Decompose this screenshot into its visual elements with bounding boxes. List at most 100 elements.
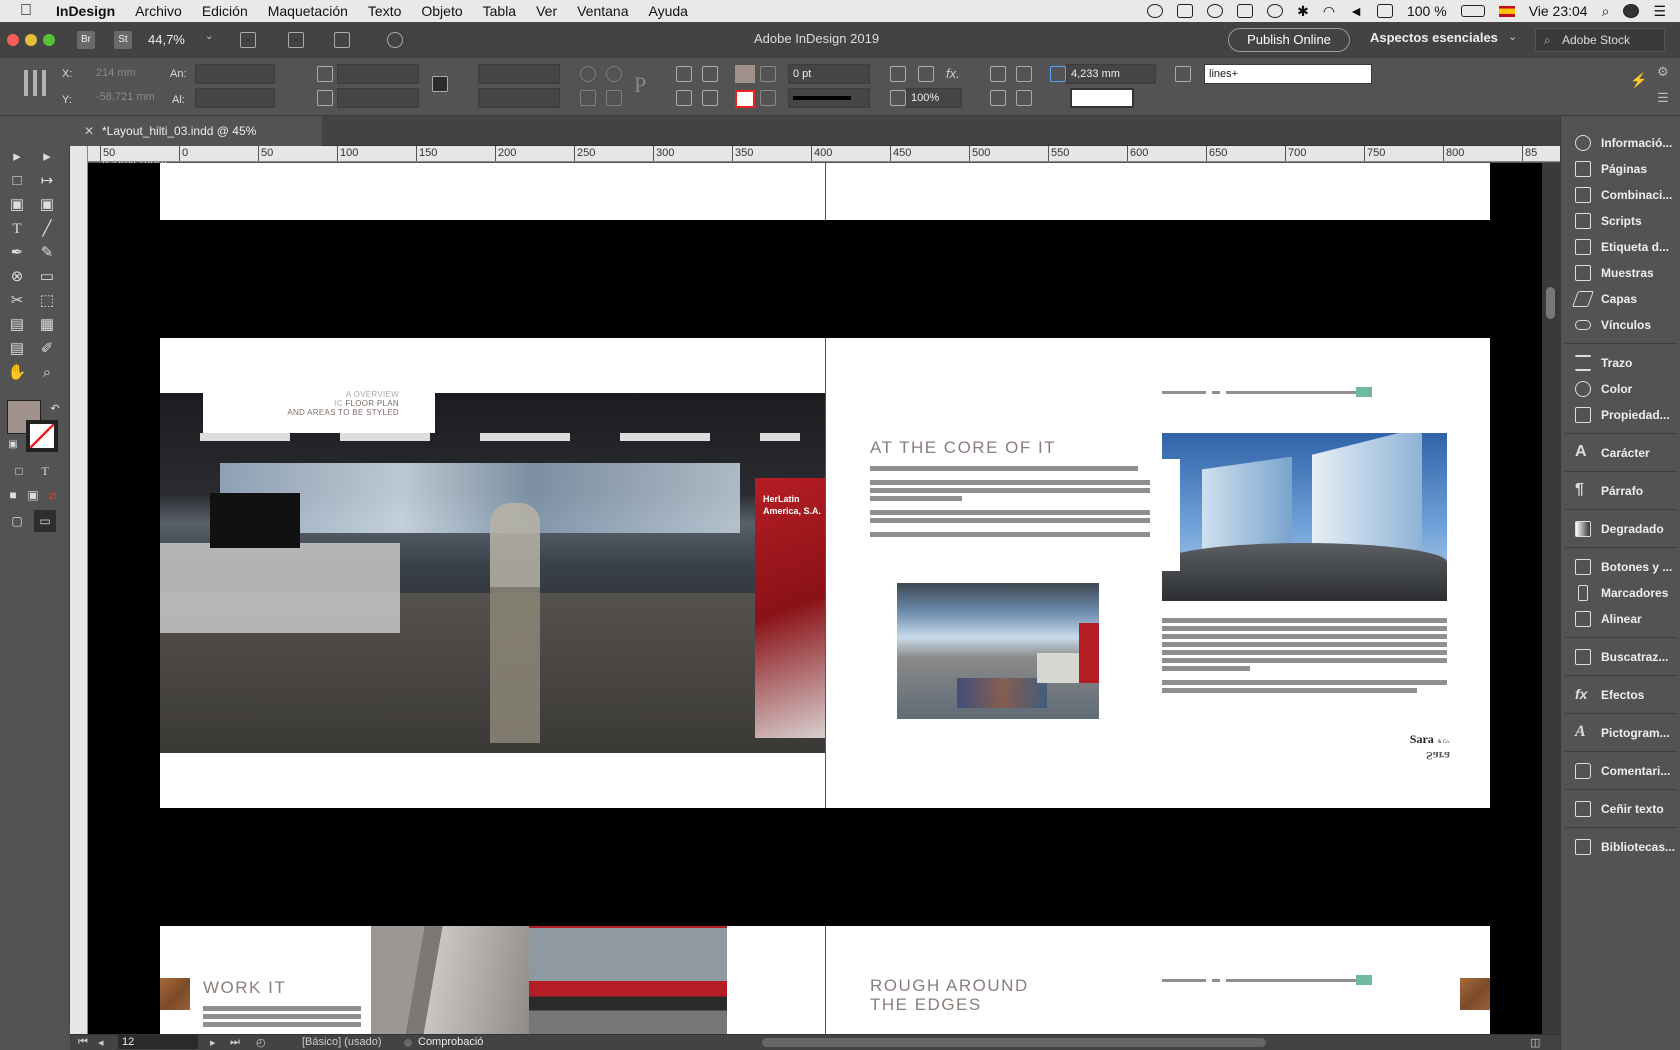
document-tab[interactable]: ✕ *Layout_hilti_03.indd @ 45% [Convertid…	[70, 116, 322, 168]
upwork-icon[interactable]	[1147, 4, 1164, 18]
spread-top[interactable]	[160, 163, 1490, 220]
select-next-icon[interactable]	[702, 90, 718, 106]
first-page-icon[interactable]: ⏮	[78, 1036, 88, 1049]
small-office-photo[interactable]	[897, 583, 1099, 719]
panel-scripts[interactable]: Scripts	[1565, 208, 1677, 234]
spotlight-search-icon[interactable]: ⌕	[1602, 3, 1610, 20]
panel-botones[interactable]: Botones y ...	[1565, 554, 1677, 580]
direct-selection-tool-icon[interactable]: ▸	[36, 146, 58, 168]
preflight-label[interactable]: Comprobació	[418, 1036, 483, 1048]
minimize-window-button[interactable]	[25, 34, 37, 46]
panel-caracter[interactable]: A Carácter	[1565, 440, 1677, 466]
bluetooth-icon[interactable]: ✱	[1297, 3, 1309, 20]
text-wrap-icon[interactable]	[918, 66, 934, 82]
gap-tool-icon[interactable]: ↦	[36, 170, 58, 192]
wifi-icon[interactable]: ◠	[1323, 3, 1335, 20]
page-tool-icon[interactable]: □	[6, 170, 28, 192]
panel-etiqueta[interactable]: Etiqueta d...	[1565, 234, 1677, 260]
select-content-icon[interactable]	[702, 66, 718, 82]
reference-point-icon[interactable]	[24, 70, 50, 96]
flip-vertical-icon[interactable]	[606, 90, 622, 106]
spread-bottom[interactable]: WORK IT ROUGH AROUND THE EDGES	[160, 926, 1490, 1034]
object-style-select[interactable]: lines+	[1204, 64, 1372, 84]
core-heading[interactable]: AT THE CORE OF IT	[870, 438, 1056, 458]
clear-overrides-icon[interactable]	[1334, 90, 1350, 106]
quick-apply-icon[interactable]: ⚡	[1630, 72, 1647, 89]
office-photo[interactable]: HerLatin America, S.A.	[160, 393, 825, 753]
menu-ventana[interactable]: Ventana	[567, 3, 638, 19]
flip-horizontal-icon[interactable]	[580, 90, 596, 106]
horizontal-ruler[interactable]: 50 0 50 100 150 200 250 300 350 400 450 …	[88, 146, 1560, 162]
stock-button[interactable]: St	[114, 31, 132, 49]
y-position-field[interactable]: -58,721 mm	[92, 88, 164, 108]
notification-center-icon[interactable]: ☰	[1653, 3, 1666, 20]
pen-tool-icon[interactable]: ✒	[6, 242, 28, 264]
workspace-photo[interactable]	[529, 926, 727, 1034]
pencil-tool-icon[interactable]: ✎	[36, 242, 58, 264]
vertical-ruler[interactable]	[70, 146, 88, 1034]
constrain-proportions-icon[interactable]	[284, 78, 300, 94]
panel-capas[interactable]: Capas	[1565, 286, 1677, 312]
next-page-icon[interactable]: ▸	[210, 1036, 216, 1049]
panel-degradado[interactable]: Degradado	[1565, 516, 1677, 542]
horizontal-scroll-thumb[interactable]	[762, 1038, 1266, 1047]
stroke-weight-field[interactable]: 0 pt	[788, 64, 870, 84]
opacity-field[interactable]: 100%	[906, 88, 962, 108]
fill-swatch-menu-icon[interactable]	[760, 66, 776, 82]
type-tool-icon[interactable]: T	[6, 218, 28, 240]
menu-texto[interactable]: Texto	[358, 3, 411, 19]
formatting-container-icon[interactable]: □	[8, 460, 30, 482]
height-field[interactable]	[195, 88, 275, 108]
distribute-icon[interactable]	[990, 90, 1006, 106]
input-source-flag-icon[interactable]	[1498, 5, 1515, 17]
control-panel-menu-icon[interactable]: ☰	[1657, 90, 1669, 106]
note-tool-icon[interactable]: ▤	[6, 338, 28, 360]
panel-informacion[interactable]: Informació...	[1565, 130, 1677, 156]
panel-buscatrazos[interactable]: Buscatraz...	[1565, 644, 1677, 670]
split-layout-icon[interactable]: ◫	[1530, 1036, 1540, 1049]
vertical-scrollbar[interactable]	[1542, 163, 1560, 1034]
hand-tool-icon[interactable]: ✋	[6, 362, 28, 384]
rectangle-tool-icon[interactable]: ▭	[36, 266, 58, 288]
align-left-icon[interactable]	[990, 66, 1006, 82]
publish-online-button[interactable]: Publish Online	[1228, 28, 1350, 52]
battery-icon[interactable]	[1460, 5, 1485, 17]
airplay-icon[interactable]	[1376, 4, 1393, 18]
work-heading[interactable]: WORK IT	[203, 978, 286, 998]
panel-cenir-texto[interactable]: Ceñir texto	[1565, 796, 1677, 822]
spread-middle[interactable]: HerLatin America, S.A. A OVERVIEW IC FLO…	[160, 338, 1490, 808]
content-collector-icon[interactable]: ▣	[6, 194, 28, 216]
concrete-wall-photo[interactable]	[371, 926, 529, 1034]
select-previous-icon[interactable]	[676, 90, 692, 106]
menubar-clock[interactable]: Vie 23:04	[1529, 3, 1588, 19]
menu-ayuda[interactable]: Ayuda	[639, 3, 698, 19]
effects-fx-icon[interactable]: fx.	[946, 66, 960, 81]
panel-comentarios[interactable]: Comentari...	[1565, 758, 1677, 784]
building-photo[interactable]	[1162, 433, 1447, 601]
workspace-switcher[interactable]: Aspectos esenciales	[1370, 30, 1498, 45]
free-transform-tool-icon[interactable]: ⬚	[36, 290, 58, 312]
zoom-tool-icon[interactable]: ⌕	[36, 362, 58, 384]
dropbox-icon[interactable]	[1177, 4, 1194, 18]
previous-page-icon[interactable]: ◂	[98, 1036, 104, 1049]
apple-menu-icon[interactable]: 	[0, 2, 46, 20]
panel-parrafo[interactable]: ¶ Párrafo	[1565, 478, 1677, 504]
swap-fill-stroke-icon[interactable]: ↶	[44, 398, 66, 420]
gradient-feather-tool-icon[interactable]: ▦	[36, 314, 58, 336]
content-placer-icon[interactable]: ▣	[36, 194, 58, 216]
screen-mode-icon[interactable]	[288, 32, 304, 48]
spacing-field[interactable]: 4,233 mm	[1066, 64, 1156, 84]
zoom-window-button[interactable]	[43, 34, 55, 46]
document-canvas[interactable]: HerLatin America, S.A. A OVERVIEW IC FLO…	[88, 163, 1542, 1034]
adobe-stock-search[interactable]: ⌕ Adobe Stock	[1535, 28, 1665, 52]
panel-trazo[interactable]: Trazo	[1565, 350, 1677, 376]
formatting-text-icon[interactable]: T	[34, 460, 56, 482]
apply-gradient-icon[interactable]: ▣	[22, 484, 44, 506]
panel-collapse-grip[interactable]	[1542, 116, 1560, 146]
panel-combinacion[interactable]: Combinaci...	[1565, 182, 1677, 208]
menu-tabla[interactable]: Tabla	[473, 3, 526, 19]
cloud-icon[interactable]	[1237, 4, 1254, 18]
panel-bibliotecas[interactable]: Bibliotecas...	[1565, 834, 1677, 860]
ellipse-frame-tool-icon[interactable]: ⊗	[6, 266, 28, 288]
stroke-swatch-menu-icon[interactable]	[760, 90, 776, 106]
